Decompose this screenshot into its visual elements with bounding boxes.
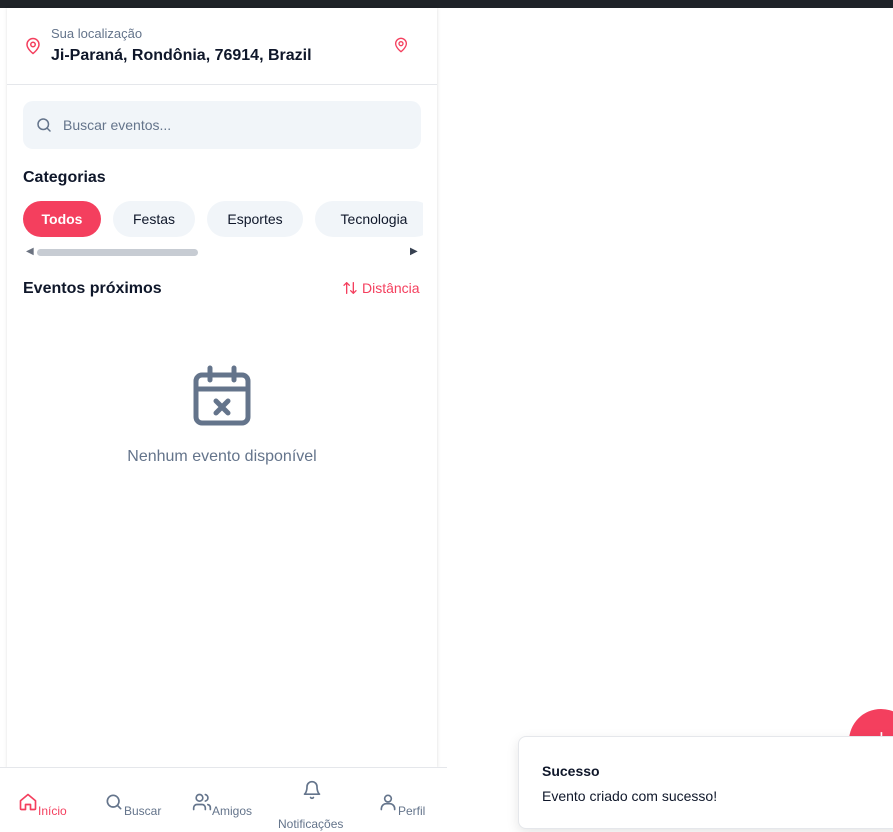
category-chip-festas[interactable]: Festas (113, 201, 195, 237)
sort-label: Distância (362, 280, 420, 296)
category-chip-todos[interactable]: Todos (23, 201, 101, 237)
scrollbar-thumb[interactable] (37, 249, 198, 256)
sort-arrows-icon (343, 282, 357, 294)
toast-message: Evento criado com sucesso! (542, 788, 718, 804)
location-caption: Sua localização (51, 26, 143, 41)
app-panel: Sua localização Ji-Paraná, Rondônia, 769… (7, 8, 437, 768)
nav-label-buscar: Buscar (124, 804, 162, 818)
scroll-right-arrow-icon[interactable]: ▶ (410, 246, 418, 258)
sort-distance-button[interactable]: Distância (342, 280, 420, 296)
nav-item-buscar[interactable]: Buscar (104, 792, 166, 822)
bottom-navigation: Início Buscar Amigos Notificações Perfil (0, 767, 447, 832)
scroll-left-arrow-icon[interactable]: ◀ (26, 246, 34, 258)
window-top-bar (0, 0, 893, 8)
location-header: Sua localização Ji-Paraná, Rondônia, 769… (7, 8, 437, 85)
chips-scrollbar[interactable]: ◀ ▶ (23, 246, 423, 258)
toast-title: Sucesso (542, 763, 600, 779)
nav-item-inicio[interactable]: Início (18, 792, 78, 822)
nav-label-notificacoes: Notificações (278, 817, 344, 831)
change-location-icon[interactable] (393, 37, 409, 53)
empty-events-message: Nenhum evento disponível (127, 448, 317, 465)
nav-item-notificacoes[interactable]: Notificações (277, 780, 349, 831)
search-bar[interactable] (23, 101, 421, 149)
nav-label-perfil: Perfil (398, 804, 426, 818)
categories-title: Categorias (23, 169, 106, 186)
location-value: Ji-Paraná, Rondônia, 76914, Brazil (51, 47, 312, 64)
home-icon (19, 793, 37, 811)
category-chips: Todos Festas Esportes Tecnologia (23, 201, 423, 238)
calendar-x-icon (193, 365, 251, 426)
nearby-events-title: Eventos próximos (23, 280, 162, 297)
success-toast: Sucesso Evento criado com sucesso! (518, 736, 893, 829)
search-icon (106, 794, 122, 810)
map-pin-icon (26, 37, 40, 55)
nav-item-amigos[interactable]: Amigos (192, 792, 258, 822)
nav-label-inicio: Início (38, 804, 67, 818)
nav-item-perfil[interactable]: Perfil (378, 792, 438, 822)
search-input[interactable] (63, 101, 413, 149)
users-icon (192, 793, 212, 811)
category-chip-esportes[interactable]: Esportes (207, 201, 303, 237)
bell-icon (303, 780, 321, 800)
nav-label-amigos: Amigos (212, 804, 253, 818)
user-icon (380, 794, 396, 811)
search-icon (37, 118, 51, 132)
category-chip-tecnologia[interactable]: Tecnologia (315, 201, 423, 237)
